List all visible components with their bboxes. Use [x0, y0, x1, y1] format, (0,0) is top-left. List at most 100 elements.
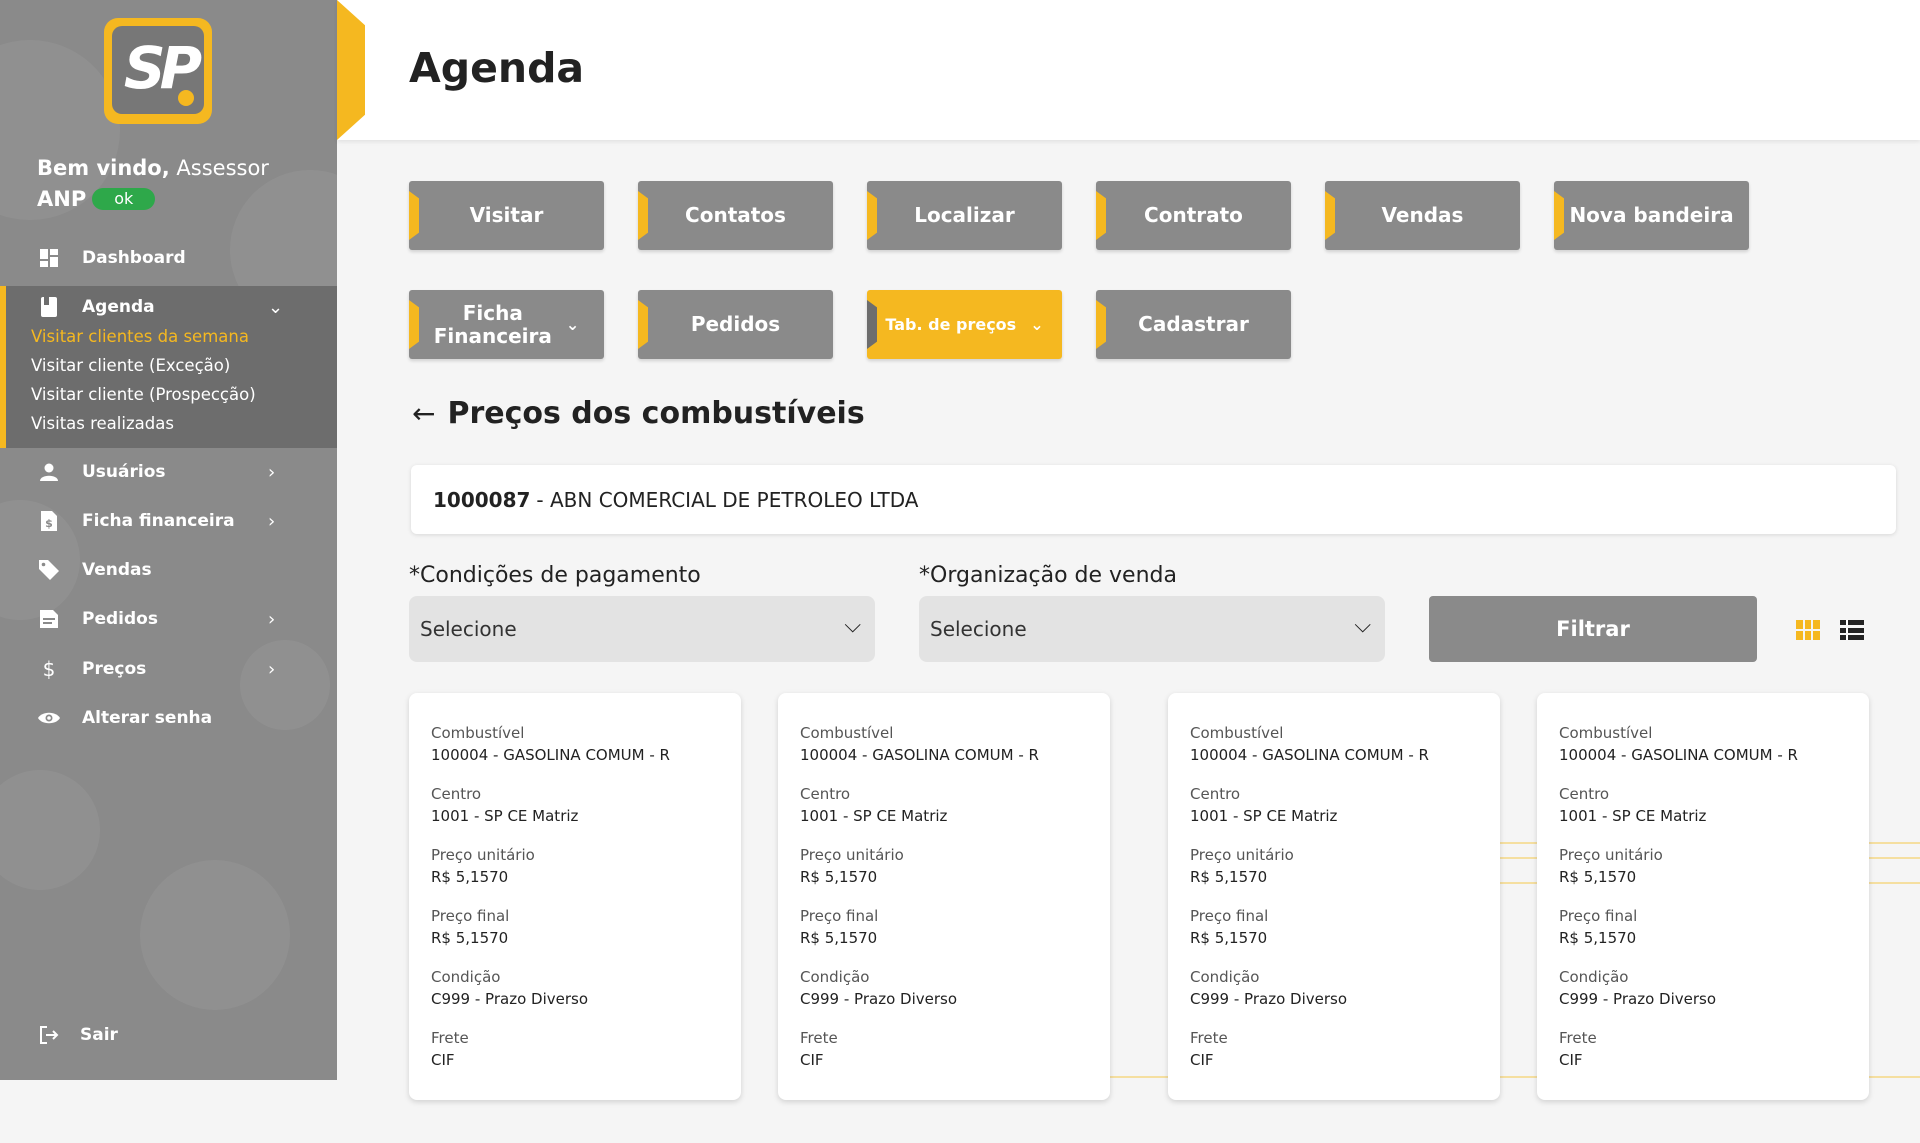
- sales-org-value: Selecione: [930, 617, 1027, 641]
- ficha-financeira-line1: Ficha: [462, 300, 523, 325]
- sidebar-item-ficha-financeira[interactable]: $ Ficha financeira ›: [0, 499, 337, 543]
- sidebar-item-usuarios[interactable]: Usuários ›: [0, 450, 337, 494]
- card-label-preco-final: Preço final: [800, 907, 879, 925]
- chevron-down-icon: ⌄: [268, 296, 284, 318]
- card-value-preco-final: R$ 5,1570: [1559, 929, 1637, 947]
- card-value-frete: CIF: [1190, 1051, 1214, 1069]
- chevron-right-icon: ›: [268, 461, 276, 483]
- card-label-combustivel: Combustível: [431, 724, 525, 742]
- dollar-icon: $: [42, 657, 56, 681]
- sidebar-label-alterar-senha: Alterar senha: [82, 708, 213, 728]
- sidebar-sub-visitar-semana[interactable]: Visitar clientes da semana: [31, 327, 249, 346]
- sp-logo: SP: [104, 18, 212, 124]
- card-value-combustivel: 100004 - GASOLINA COMUM - R: [1190, 746, 1429, 764]
- card-label-combustivel: Combustível: [800, 724, 894, 742]
- welcome-prefix: Bem vindo,: [37, 156, 170, 180]
- logout-icon: [38, 1024, 60, 1046]
- sidebar-item-vendas[interactable]: Vendas: [0, 548, 337, 592]
- welcome-message: Bem vindo, Assessor ANP ok: [37, 153, 269, 215]
- sales-org-label: *Organização de venda: [919, 563, 1177, 588]
- sidebar-item-agenda[interactable]: Agenda ⌄: [0, 285, 337, 329]
- card-label-combustivel: Combustível: [1559, 724, 1653, 742]
- chevron-right-icon: ›: [268, 658, 276, 680]
- card-value-preco-unitario: R$ 5,1570: [800, 868, 878, 886]
- user-name: ANP: [37, 187, 87, 211]
- sidebar: SP Bem vindo, Assessor ANP ok Dashboard A…: [0, 0, 337, 1080]
- card-value-preco-final: R$ 5,1570: [431, 929, 509, 947]
- sidebar-item-sair[interactable]: Sair: [0, 1013, 337, 1057]
- section-title-text: Preços dos combustíveis: [447, 396, 865, 431]
- contrato-button[interactable]: Contrato: [1096, 181, 1291, 250]
- vendas-button[interactable]: Vendas: [1325, 181, 1520, 250]
- chevron-down-icon: ⌄: [565, 315, 580, 334]
- sidebar-label-ficha-financeira: Ficha financeira: [82, 511, 235, 531]
- card-label-preco-final: Preço final: [1559, 907, 1638, 925]
- card-label-preco-unitario: Preço unitário: [800, 846, 904, 864]
- card-value-preco-final: R$ 5,1570: [1190, 929, 1268, 947]
- card-value-combustivel: 100004 - GASOLINA COMUM - R: [431, 746, 670, 764]
- sidebar-item-precos[interactable]: $ Preços ›: [0, 647, 337, 691]
- card-value-condicao: C999 - Prazo Diverso: [431, 990, 588, 1008]
- status-badge: ok: [92, 188, 156, 210]
- sidebar-item-dashboard[interactable]: Dashboard: [0, 236, 337, 280]
- price-card: Combustível 100004 - GASOLINA COMUM - R C…: [778, 693, 1110, 1100]
- price-card: Combustível 100004 - GASOLINA COMUM - R C…: [1168, 693, 1500, 1100]
- visitar-button[interactable]: Visitar: [409, 181, 604, 250]
- localizar-button[interactable]: Localizar: [867, 181, 1062, 250]
- back-arrow-icon[interactable]: ←: [412, 397, 435, 430]
- card-value-condicao: C999 - Prazo Diverso: [1190, 990, 1347, 1008]
- card-label-condicao: Condição: [800, 968, 870, 986]
- card-label-condicao: Condição: [1559, 968, 1629, 986]
- sidebar-label-dashboard: Dashboard: [82, 248, 186, 268]
- eye-icon: [38, 707, 60, 729]
- nova-bandeira-button[interactable]: Nova bandeira: [1554, 181, 1749, 250]
- card-label-frete: Frete: [431, 1029, 469, 1047]
- card-label-preco-final: Preço final: [431, 907, 510, 925]
- card-value-frete: CIF: [431, 1051, 455, 1069]
- card-value-preco-unitario: R$ 5,1570: [431, 868, 509, 886]
- contatos-button[interactable]: Contatos: [638, 181, 833, 250]
- order-doc-icon: [38, 608, 60, 630]
- pedidos-button[interactable]: Pedidos: [638, 290, 833, 359]
- finance-doc-icon: $: [38, 510, 60, 532]
- list-view-icon[interactable]: [1840, 620, 1864, 640]
- ficha-financeira-button[interactable]: Ficha Financeira ⌄: [409, 290, 604, 359]
- sidebar-sub-visitar-excecao[interactable]: Visitar cliente (Exceção): [31, 356, 230, 375]
- user-icon: [38, 461, 60, 483]
- sales-org-select[interactable]: Selecione ⌵: [919, 596, 1385, 662]
- dashboard-icon: [38, 247, 60, 269]
- cadastrar-button[interactable]: Cadastrar: [1096, 290, 1291, 359]
- user-role: Assessor: [176, 156, 269, 180]
- card-value-frete: CIF: [1559, 1051, 1583, 1069]
- company-name: - ABN COMERCIAL DE PETROLEO LTDA: [536, 487, 919, 512]
- tab-precos-label: Tab. de preços: [885, 315, 1017, 334]
- chevron-down-icon: ⌵: [1354, 613, 1371, 638]
- card-label-frete: Frete: [800, 1029, 838, 1047]
- sidebar-label-vendas: Vendas: [82, 560, 152, 580]
- card-label-condicao: Condição: [431, 968, 501, 986]
- card-label-centro: Centro: [431, 785, 482, 803]
- payment-conditions-select[interactable]: Selecione ⌵: [409, 596, 875, 662]
- sidebar-item-pedidos[interactable]: Pedidos ›: [0, 597, 337, 641]
- sidebar-item-alterar-senha[interactable]: Alterar senha: [0, 696, 337, 740]
- tag-icon: [38, 559, 60, 581]
- card-label-centro: Centro: [1190, 785, 1241, 803]
- grid-view-icon[interactable]: [1796, 620, 1820, 640]
- filter-button[interactable]: Filtrar: [1429, 596, 1757, 662]
- sidebar-sub-visitar-prospeccao[interactable]: Visitar cliente (Prospecção): [31, 385, 256, 404]
- payment-conditions-value: Selecione: [420, 617, 517, 641]
- company-info: 1000087 - ABN COMERCIAL DE PETROLEO LTDA: [411, 465, 1896, 534]
- card-label-combustivel: Combustível: [1190, 724, 1284, 742]
- card-label-frete: Frete: [1190, 1029, 1228, 1047]
- card-label-centro: Centro: [800, 785, 851, 803]
- agenda-icon: [38, 296, 60, 318]
- card-value-condicao: C999 - Prazo Diverso: [800, 990, 957, 1008]
- tab-precos-button[interactable]: Tab. de preços ⌄: [867, 290, 1062, 359]
- card-value-centro: 1001 - SP CE Matriz: [800, 807, 948, 825]
- card-value-centro: 1001 - SP CE Matriz: [1559, 807, 1707, 825]
- section-title: ← Preços dos combustíveis: [412, 396, 865, 431]
- chevron-right-icon: ›: [268, 608, 276, 630]
- sidebar-sub-visitas-realizadas[interactable]: Visitas realizadas: [31, 414, 174, 433]
- card-value-preco-final: R$ 5,1570: [800, 929, 878, 947]
- card-label-preco-unitario: Preço unitário: [431, 846, 535, 864]
